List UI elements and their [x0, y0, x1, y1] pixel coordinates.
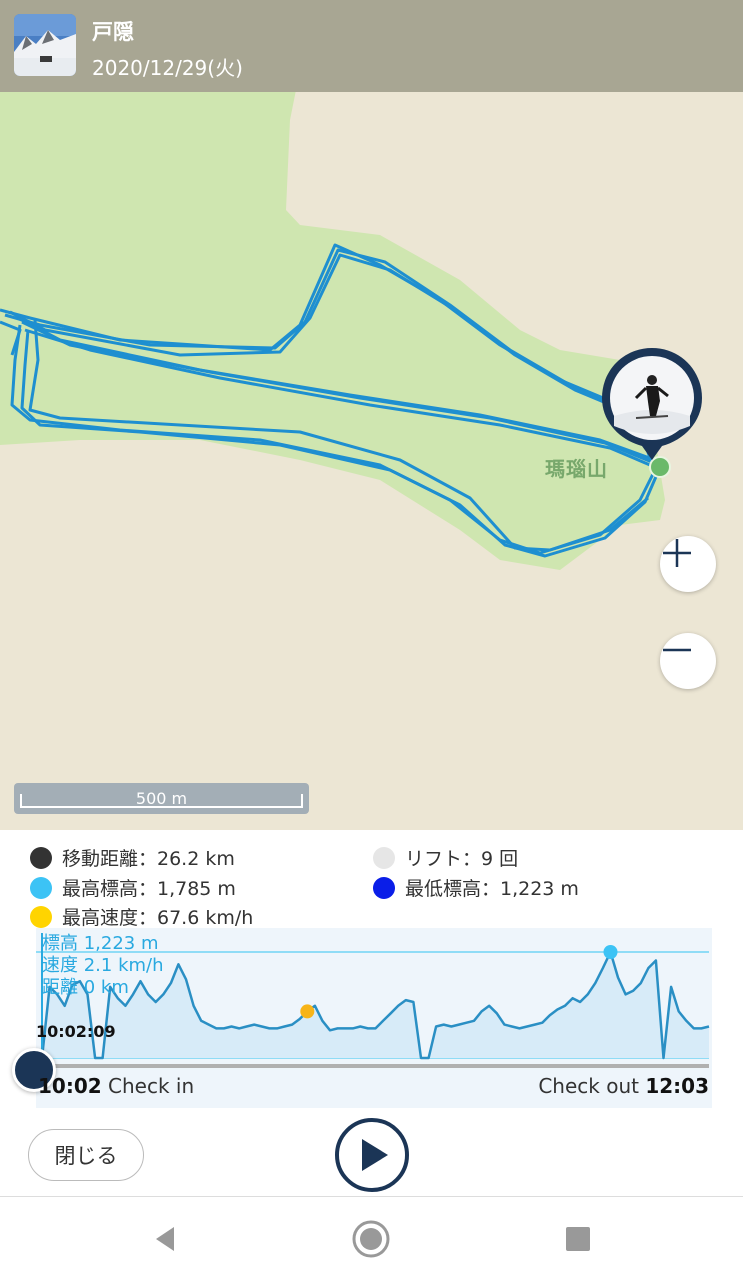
- max-altitude-dot: [30, 876, 52, 899]
- session-date: 2020/12/29(火): [92, 56, 243, 80]
- nav-back-button[interactable]: [145, 1219, 185, 1259]
- zoom-out-button[interactable]: [660, 633, 716, 689]
- cursor-time: 10:02:09: [36, 1022, 116, 1041]
- play-icon: [362, 1139, 388, 1171]
- stat-lifts: リフト：9 回: [373, 844, 518, 871]
- map-view[interactable]: 瑪瑙山 500 m: [0, 0, 743, 830]
- distance-dot: [30, 846, 52, 869]
- recent-square-icon: [566, 1227, 590, 1251]
- altitude-chart[interactable]: 標高 1,223 m 速度 2.1 km/h 距離 0 km 10:02:09 …: [12, 928, 714, 1113]
- chart-readout: 標高 1,223 m 速度 2.1 km/h 距離 0 km: [42, 933, 164, 999]
- peak-label: 瑪瑙山: [545, 457, 608, 481]
- readout-altitude: 標高 1,223 m: [42, 933, 159, 954]
- stats-panel: 移動距離：26.2 km リフト：9 回 最高標高：1,785 m 最低標高：1…: [0, 830, 743, 930]
- stat-max-speed: 最高速度：67.6 km/h: [30, 903, 253, 930]
- checkin-time: 10:02: [38, 1074, 102, 1098]
- stat-max-altitude: 最高標高：1,785 m: [30, 874, 236, 901]
- scale-bar: 500 m: [14, 783, 309, 814]
- back-triangle-icon: [156, 1227, 174, 1251]
- nav-recent-button[interactable]: [558, 1219, 598, 1259]
- checkout-label: Check out: [538, 1074, 646, 1098]
- checkin: 10:02 Check in: [38, 1074, 194, 1098]
- stat-distance: 移動距離：26.2 km: [30, 844, 235, 871]
- minus-icon: [663, 648, 691, 652]
- stat-min-altitude-text: 最低標高：1,223 m: [405, 878, 579, 900]
- close-button[interactable]: 閉じる: [28, 1129, 144, 1181]
- header: 戸隠 2020/12/29(火): [0, 0, 743, 92]
- stat-min-altitude: 最低標高：1,223 m: [373, 874, 579, 901]
- readout-distance: 距離 0 km: [42, 977, 129, 998]
- photo-pin[interactable]: [600, 346, 704, 462]
- checkin-label: Check in: [101, 1074, 195, 1098]
- resort-thumbnail[interactable]: [14, 14, 76, 76]
- checkout: Check out 12:03: [538, 1074, 709, 1098]
- checkout-time: 12:03: [645, 1074, 709, 1098]
- max-altitude-marker: [603, 945, 618, 959]
- stat-max-speed-text: 最高速度：67.6 km/h: [62, 907, 254, 929]
- readout-speed: 速度 2.1 km/h: [42, 955, 164, 976]
- stat-max-altitude-text: 最高標高：1,785 m: [62, 878, 236, 900]
- play-button[interactable]: [335, 1118, 409, 1192]
- stat-lifts-text: リフト：9 回: [405, 848, 519, 870]
- zoom-in-button[interactable]: [660, 536, 716, 592]
- resort-title: 戸隠: [92, 20, 134, 44]
- plus-icon: [663, 539, 691, 567]
- min-altitude-dot: [373, 876, 395, 899]
- system-nav-bar: [0, 1196, 743, 1280]
- max-speed-dot: [30, 905, 52, 928]
- home-circle-icon: [352, 1220, 390, 1258]
- lift-dot: [373, 846, 395, 869]
- max-speed-marker: [300, 1004, 315, 1019]
- nav-home-button[interactable]: [351, 1219, 391, 1259]
- stat-distance-text: 移動距離：26.2 km: [62, 848, 235, 870]
